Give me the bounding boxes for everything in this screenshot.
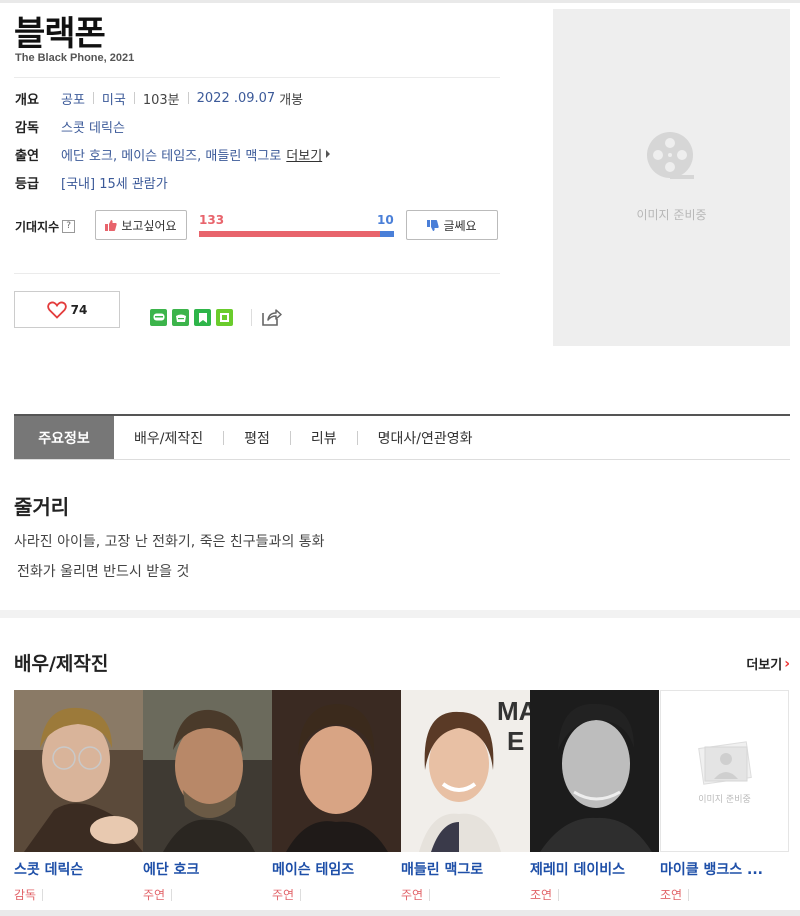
rating-link[interactable]: [국내] 15세 관람가 <box>61 173 168 192</box>
cast-photo[interactable]: MA E <box>401 690 530 852</box>
separator <box>356 430 358 445</box>
divider <box>251 309 252 326</box>
divider <box>14 273 500 274</box>
no-count: 10 <box>377 213 394 227</box>
memo-share-icon[interactable] <box>216 309 233 326</box>
cast-name[interactable]: 제레미 데이비스 <box>530 859 656 879</box>
cast-role: 주연 <box>401 886 530 903</box>
not-sure-button[interactable]: 글쎄요 <box>406 210 498 240</box>
expectation-label-group: 기대지수 ? <box>15 218 76 235</box>
cast-name[interactable]: 마이클 뱅크스 ... <box>660 859 786 879</box>
separator <box>289 430 291 445</box>
movie-subtitle: The Black Phone, 2021 <box>15 52 135 64</box>
thumbs-up-icon <box>105 219 118 231</box>
cast-role: 주연 <box>143 886 272 903</box>
thumbs-down-icon <box>427 219 440 231</box>
tab-cast-crew[interactable]: 배우/제작진 <box>134 416 203 459</box>
cast-card[interactable]: 제레미 데이비스 조연 <box>530 690 659 903</box>
release-date-link[interactable]: 2022 .09.07 <box>197 91 276 106</box>
cast-more-label: 더보기 <box>746 658 783 673</box>
tab-main-info[interactable]: 주요정보 <box>14 416 114 459</box>
heart-icon <box>46 301 67 319</box>
cast-photo[interactable] <box>143 690 272 852</box>
plot-title: 줄거리 <box>14 495 70 519</box>
poster-placeholder-text: 이미지 준비중 <box>636 208 707 222</box>
not-sure-label: 글쎄요 <box>443 218 477 233</box>
want-bar <box>199 231 380 237</box>
tab-reviews[interactable]: 리뷰 <box>311 416 337 459</box>
cast-photo[interactable] <box>530 690 659 852</box>
help-icon[interactable]: ? <box>62 220 76 233</box>
separator <box>223 430 225 445</box>
svg-text:MA: MA <box>497 696 530 726</box>
cast-names-link[interactable]: 에단 호크, 메이슨 테임즈, 매들린 맥그로 <box>61 145 281 164</box>
want-count: 133 <box>199 213 225 227</box>
like-count: 74 <box>70 302 88 317</box>
person-placeholder-icon <box>698 741 752 785</box>
cast-row: 출연 에단 호크, 메이슨 테임즈, 매들린 맥그로 더보기 <box>15 144 331 164</box>
talk-share-icon[interactable] <box>150 309 167 326</box>
cast-name[interactable]: 스콧 데릭슨 <box>14 859 140 879</box>
share-icon[interactable] <box>260 307 282 327</box>
divider <box>14 77 500 78</box>
cast-role: 조연 <box>530 886 659 903</box>
band-share-icon[interactable] <box>172 309 189 326</box>
cast-more-button[interactable]: 더보기 › <box>746 654 790 674</box>
director-row: 감독 스콧 데릭슨 <box>15 116 125 136</box>
tab-ratings[interactable]: 평점 <box>244 416 270 459</box>
cast-photo[interactable] <box>14 690 143 852</box>
want-to-see-label: 보고싶어요 <box>121 218 177 233</box>
tab-bar: 주요정보 배우/제작진 평점 리뷰 명대사/연관영화 <box>14 414 790 460</box>
release-suffix: 개봉 <box>279 92 304 108</box>
cast-card[interactable]: 에단 호크 주연 <box>143 690 272 903</box>
director-link[interactable]: 스콧 데릭슨 <box>61 117 125 136</box>
genre-link[interactable]: 공포 <box>61 89 85 108</box>
plot-line: 전화가 울리면 반드시 받을 것 <box>17 564 190 580</box>
cast-photo[interactable] <box>272 690 401 852</box>
separator <box>187 92 189 104</box>
share-icon-group <box>150 309 233 326</box>
overview-label: 개요 <box>15 92 39 108</box>
cast-more-link[interactable]: 더보기 <box>286 145 322 164</box>
want-to-see-button[interactable]: 보고싶어요 <box>95 210 187 240</box>
cast-card[interactable]: 이미지 준비중 마이클 뱅크스 ... 조연 <box>660 690 789 903</box>
plot-line: 사라진 아이들, 고장 난 전화기, 죽은 친구들과의 통화 <box>14 534 325 550</box>
rating-row: 등급 [국내] 15세 관람가 <box>15 172 168 192</box>
separator <box>92 92 94 104</box>
expectation-label: 기대지수 <box>15 220 60 234</box>
cast-role: 조연 <box>660 886 789 903</box>
cast-role: 주연 <box>272 886 401 903</box>
tab-quotes-related[interactable]: 명대사/연관영화 <box>378 416 473 459</box>
cast-name[interactable]: 메이슨 테임즈 <box>272 859 398 879</box>
chevron-right-icon <box>326 150 331 158</box>
placeholder-text: 이미지 준비중 <box>698 795 751 805</box>
director-label: 감독 <box>15 120 39 136</box>
film-reel-icon <box>647 132 694 179</box>
chevron-right-icon: › <box>784 655 790 672</box>
section-divider <box>0 610 800 618</box>
like-button[interactable]: 74 <box>14 291 120 328</box>
rating-label: 등급 <box>15 176 39 192</box>
cast-photo-placeholder[interactable]: 이미지 준비중 <box>660 690 789 852</box>
overview-row: 개요 공포 미국 103분 2022 .09.07 개봉 <box>15 88 303 108</box>
cast-card[interactable]: 메이슨 테임즈 주연 <box>272 690 401 903</box>
runtime: 103분 <box>142 92 180 108</box>
top-border <box>0 0 800 3</box>
cast-card[interactable]: MA E 매들린 맥그로 주연 <box>401 690 530 903</box>
cast-name[interactable]: 매들린 맥그로 <box>401 859 527 879</box>
cast-card[interactable]: 스콧 데릭슨 감독 <box>14 690 143 903</box>
cast-section-title: 배우/제작진 <box>14 653 109 675</box>
cast-role: 감독 <box>14 886 143 903</box>
cast-name[interactable]: 에단 호크 <box>143 859 269 879</box>
movie-title: 블랙폰 <box>14 14 106 54</box>
separator <box>133 92 135 104</box>
no-bar <box>380 231 394 237</box>
country-link[interactable]: 미국 <box>102 89 126 108</box>
poster-placeholder: 이미지 준비중 <box>553 9 790 346</box>
bottom-divider <box>0 910 800 916</box>
svg-text:E: E <box>507 726 524 756</box>
bookmark-share-icon[interactable] <box>194 309 211 326</box>
cast-label: 출연 <box>15 148 39 164</box>
